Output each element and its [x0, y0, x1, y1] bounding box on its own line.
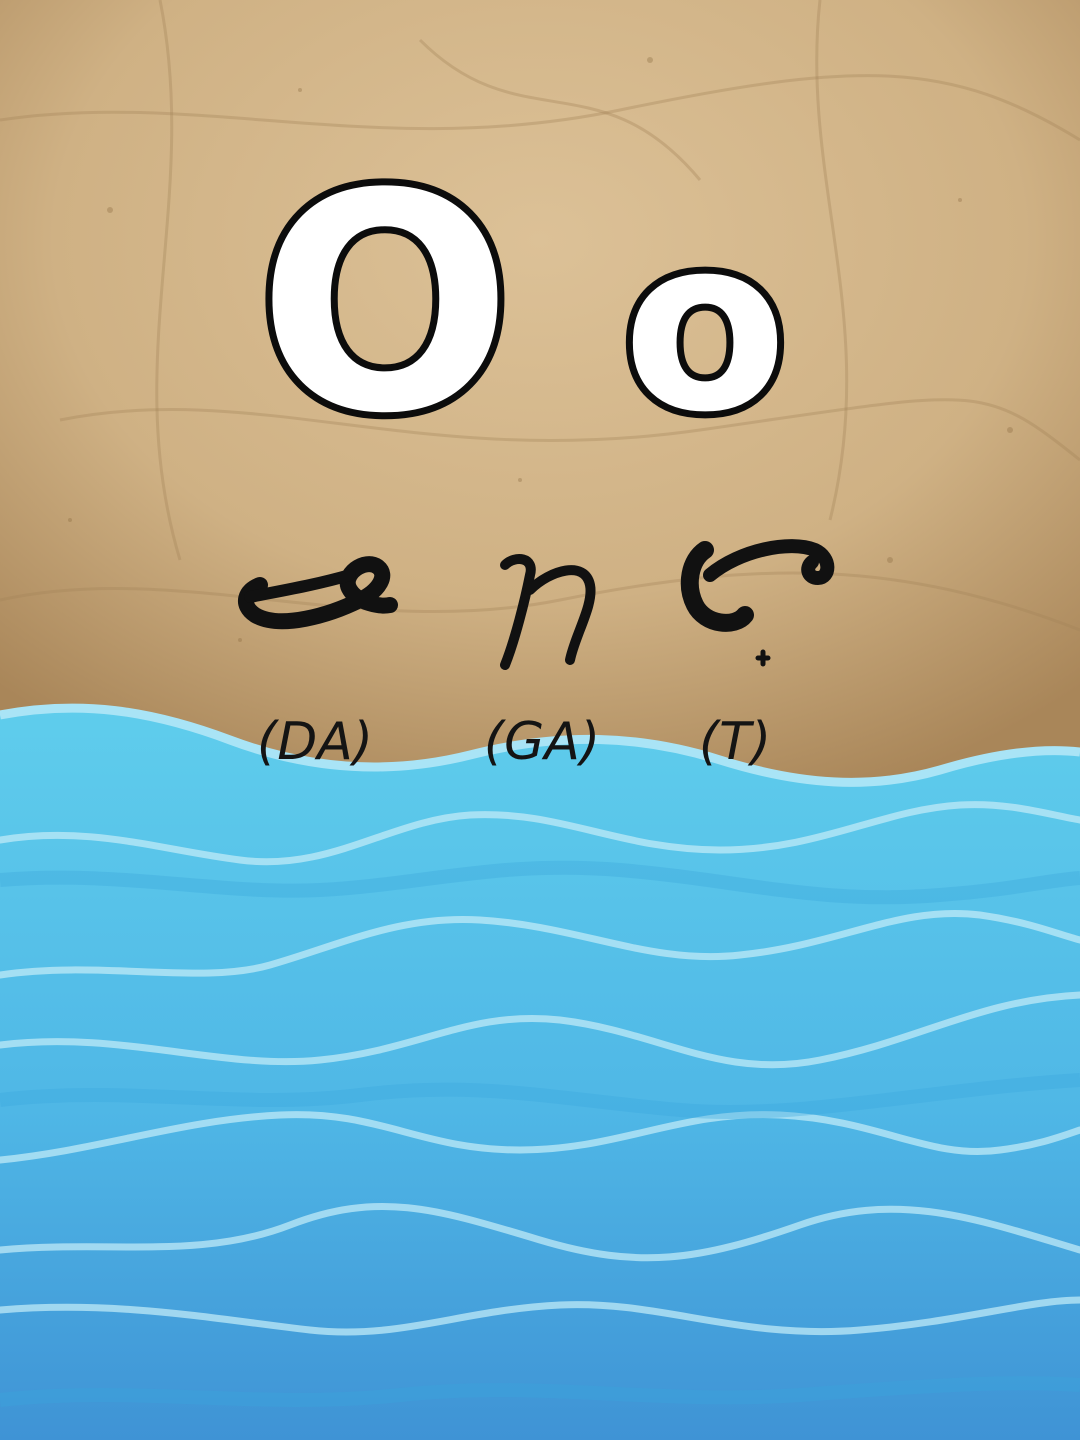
romanization-t: (T)	[698, 712, 772, 772]
sea	[0, 703, 1080, 1440]
baybayin-da-icon	[238, 556, 398, 630]
romanization-da: (DA)	[256, 712, 374, 772]
uppercase-letter: O	[250, 130, 519, 479]
romanization-ga: (GA)	[483, 712, 601, 772]
alphabet-card: O o (DA) (GA) (T)	[0, 0, 1080, 1440]
lowercase-letter: o	[616, 185, 795, 465]
baybayin-ta-virama-icon	[680, 539, 835, 667]
baybayin-ga-icon	[500, 554, 596, 670]
